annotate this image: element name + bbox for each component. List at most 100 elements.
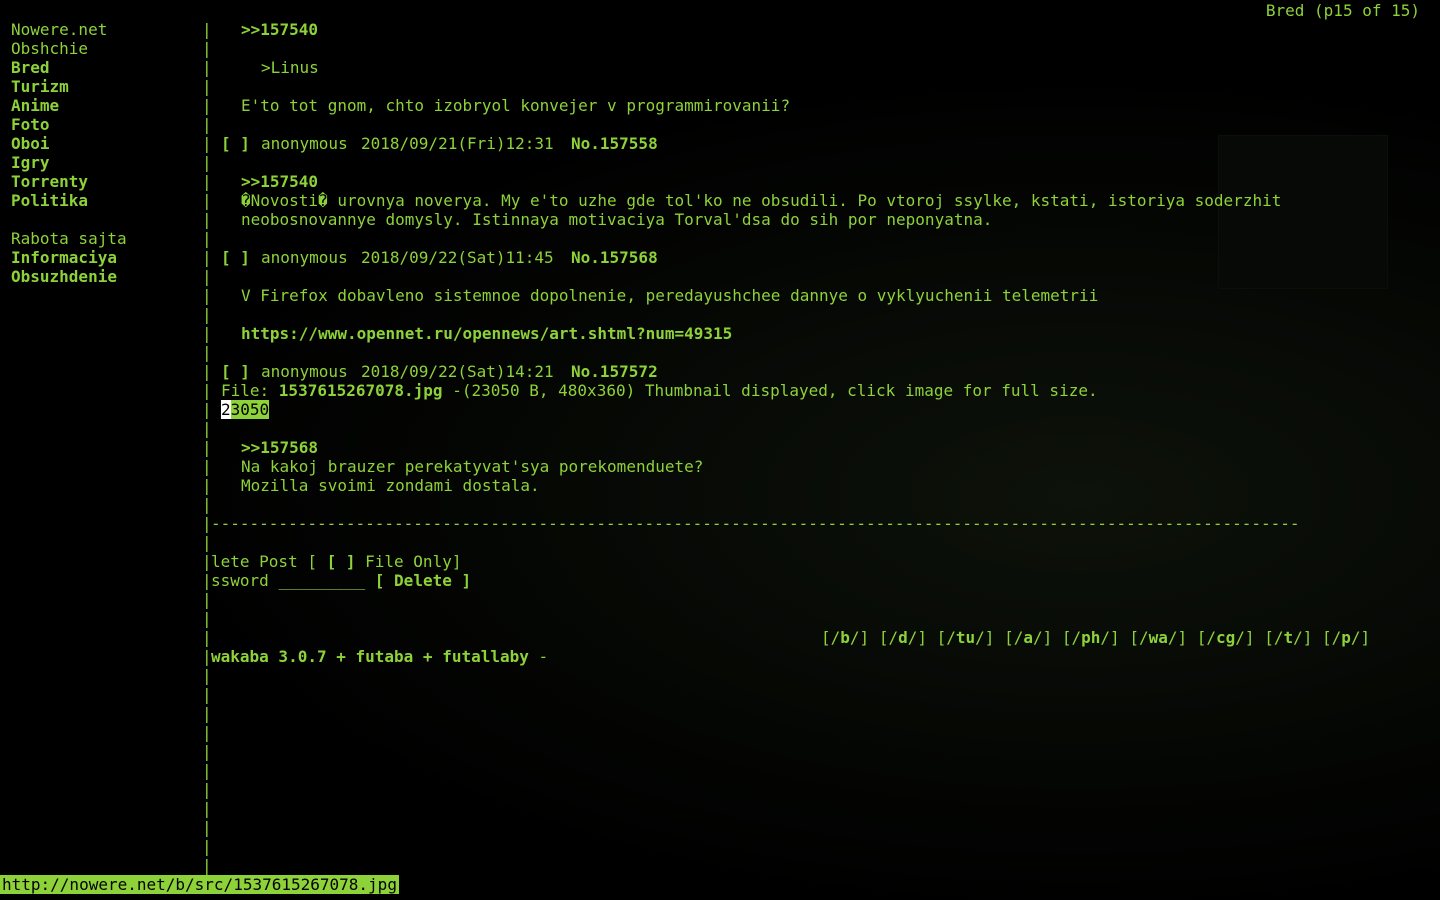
separator-bar: | (202, 96, 212, 115)
thumbnail-alt-text[interactable]: 3050 (230, 400, 270, 419)
sidebar-item-obshchie: Obshchie (11, 39, 89, 58)
separator-bar: | (202, 685, 212, 704)
post-author: anonymous (261, 362, 348, 381)
separator-bar: | (202, 172, 212, 191)
post-checkbox[interactable]: [ ] (221, 134, 250, 153)
separator-bar: | (202, 590, 212, 609)
separator-bar: | (202, 723, 212, 742)
separator-bar: | (202, 742, 212, 761)
separator-bar: | (202, 628, 212, 647)
external-link[interactable]: https://www.opennet.ru/opennews/art.shtm… (241, 324, 732, 343)
separator-bar: | (202, 495, 212, 514)
reply-link[interactable]: >>157540 (241, 20, 318, 39)
post-body-line: neobosnovannye domysly. Istinnaya motiva… (241, 210, 993, 229)
file-details: -(23050 B, 480x360) Thumbnail displayed,… (442, 381, 1098, 400)
sidebar-item-nowere[interactable]: Nowere.net (11, 20, 107, 39)
delete-button[interactable]: [ Delete ] (375, 571, 471, 590)
separator-bar: | (202, 286, 212, 305)
separator-bar: | (202, 818, 212, 837)
separator-bar: | (202, 704, 212, 723)
separator-bar: | (202, 267, 212, 286)
separator-bar: | (202, 837, 212, 856)
separator-bar: | (202, 210, 212, 229)
separator-bar: | (202, 476, 212, 495)
board-link-wa[interactable]: [/wa/] (1129, 628, 1187, 647)
sidebar-item-anime[interactable]: Anime (11, 96, 59, 115)
post-date: 2018/09/22(Sat)11:45 (361, 248, 554, 267)
file-label: File: (221, 381, 279, 400)
post-body: E'to tot gnom, chto izobryol konvejer v … (241, 96, 791, 115)
thumbnail-link[interactable]: 23050 (221, 400, 270, 419)
post-number-link[interactable]: No.157558 (571, 134, 658, 153)
sidebar-item-obsuzhdenie[interactable]: Obsuzhdenie (11, 267, 117, 286)
separator-bar: | (202, 533, 212, 552)
reply-link[interactable]: >>157568 (241, 438, 318, 457)
text-cursor: 2 (221, 400, 231, 419)
separator-bar: | (202, 248, 212, 267)
background-panel (1218, 135, 1388, 289)
post-date: 2018/09/22(Sat)14:21 (361, 362, 554, 381)
status-bar-url: http://nowere.net/b/src/1537615267078.jp… (0, 875, 399, 894)
separator-bar: | (202, 191, 212, 210)
post-author: anonymous (261, 134, 348, 153)
board-links: [/b/] [/d/] [/tu/] [/a/] [/ph/] [/wa/] [… (821, 609, 1370, 647)
board-link-cg[interactable]: [/cg/] (1197, 628, 1255, 647)
board-link-p[interactable]: [/p/] (1322, 628, 1370, 647)
separator-bar: | (202, 153, 212, 172)
post-number-link[interactable]: No.157568 (571, 248, 658, 267)
footer-credits: wakaba 3.0.7 + futaba + futallaby - (211, 647, 548, 666)
post-author: anonymous (261, 248, 348, 267)
separator-bar: | (202, 20, 212, 39)
separator-bar: | (202, 229, 212, 248)
separator-bar: | (202, 134, 212, 153)
page-title: Bred (p15 of 15) (1265, 1, 1420, 20)
delete-post-label: lete Post [ (211, 552, 327, 571)
separator-bar: | (202, 457, 212, 476)
post-body-line: �Novosti� urovnya noverya. My e'to uzhe … (241, 191, 1282, 210)
password-row: ssword _________ [ Delete ] (211, 571, 471, 590)
separator-bar: | (202, 799, 212, 818)
post-date: 2018/09/21(Fri)12:31 (361, 134, 554, 153)
sidebar-item-informaciya[interactable]: Informaciya (11, 248, 117, 267)
delete-options: lete Post [ [ ] File Only] (211, 552, 461, 571)
password-label: ssword (211, 571, 279, 590)
sidebar-item-torrenty[interactable]: Torrenty (11, 172, 88, 191)
credits-link[interactable]: wakaba 3.0.7 + futaba + futallaby (211, 647, 529, 666)
separator-bar: | (202, 343, 212, 362)
board-link-ph[interactable]: [/ph/] (1062, 628, 1120, 647)
sidebar-item-oboi[interactable]: Oboi (11, 134, 50, 153)
board-link-d[interactable]: [/d/] (879, 628, 927, 647)
post-checkbox[interactable]: [ ] (221, 362, 250, 381)
separator-bar: | (202, 419, 212, 438)
sidebar-item-politika[interactable]: Politika (11, 191, 88, 210)
sidebar-item-turizm[interactable]: Turizm (11, 77, 69, 96)
file-name-link[interactable]: 1537615267078.jpg (279, 381, 443, 400)
credits-dash: - (528, 647, 549, 666)
separator-bar: | (202, 381, 212, 400)
separator-bar: | (202, 609, 212, 628)
post-body: V Firefox dobavleno sistemnoe dopolnenie… (241, 286, 1099, 305)
reply-link[interactable]: >>157540 (241, 172, 318, 191)
post-checkbox[interactable]: [ ] (221, 248, 250, 267)
separator-bar: | (202, 666, 212, 685)
separator-bar: | (202, 58, 212, 77)
board-link-a[interactable]: [/a/] (1004, 628, 1052, 647)
separator-bar: | (202, 856, 212, 875)
password-field[interactable]: _________ (278, 571, 365, 590)
quote-text: >Linus (261, 58, 319, 77)
board-link-t[interactable]: [/t/] (1264, 628, 1312, 647)
post-body-line: Na kakoj brauzer perekatyvat'sya porekom… (241, 457, 704, 476)
separator-bar: | (202, 400, 212, 419)
separator-bar: | (202, 761, 212, 780)
sidebar-item-bred[interactable]: Bred (11, 58, 50, 77)
sidebar-item-foto[interactable]: Foto (11, 115, 50, 134)
file-only-checkbox[interactable]: [ ] (327, 552, 356, 571)
sidebar-item-igry[interactable]: Igry (11, 153, 50, 172)
post-number-link[interactable]: No.157572 (571, 362, 658, 381)
board-link-b[interactable]: [/b/] (821, 628, 869, 647)
separator-bar: | (202, 39, 212, 58)
separator-bar: | (202, 305, 212, 324)
board-link-tu[interactable]: [/tu/] (937, 628, 995, 647)
file-only-label: File Only] (355, 552, 462, 571)
separator-bar: | (202, 324, 212, 343)
